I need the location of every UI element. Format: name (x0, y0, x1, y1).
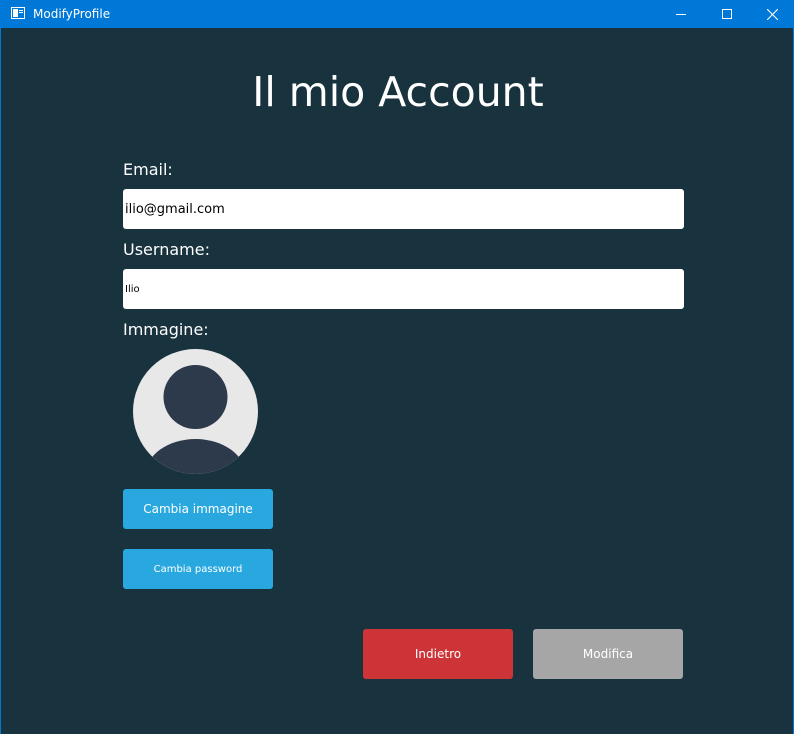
close-icon (766, 8, 778, 20)
maximize-button[interactable] (704, 0, 750, 28)
email-label: Email: (123, 160, 173, 179)
email-field[interactable] (123, 189, 684, 229)
page-title: Il mio Account (252, 68, 544, 116)
minimize-icon (676, 14, 686, 15)
maximize-icon (722, 9, 732, 19)
user-avatar-icon (133, 349, 258, 474)
back-button[interactable]: Indietro (363, 629, 513, 679)
profile-content: Il mio Account Email: Username: Immagine… (1, 28, 794, 734)
change-password-button[interactable]: Cambia password (123, 549, 273, 589)
title-bar[interactable]: ModifyProfile (1, 0, 794, 28)
modify-profile-window: ModifyProfile Il mio Account Email: User… (0, 0, 794, 734)
close-button[interactable] (749, 0, 794, 28)
image-label: Immagine: (123, 320, 209, 339)
username-field[interactable] (123, 269, 684, 309)
modify-button[interactable]: Modifica (533, 629, 683, 679)
app-window-icon (11, 7, 25, 19)
username-label: Username: (123, 240, 210, 259)
window-title: ModifyProfile (33, 7, 111, 21)
change-image-button[interactable]: Cambia immagine (123, 489, 273, 529)
minimize-button[interactable] (658, 0, 704, 28)
